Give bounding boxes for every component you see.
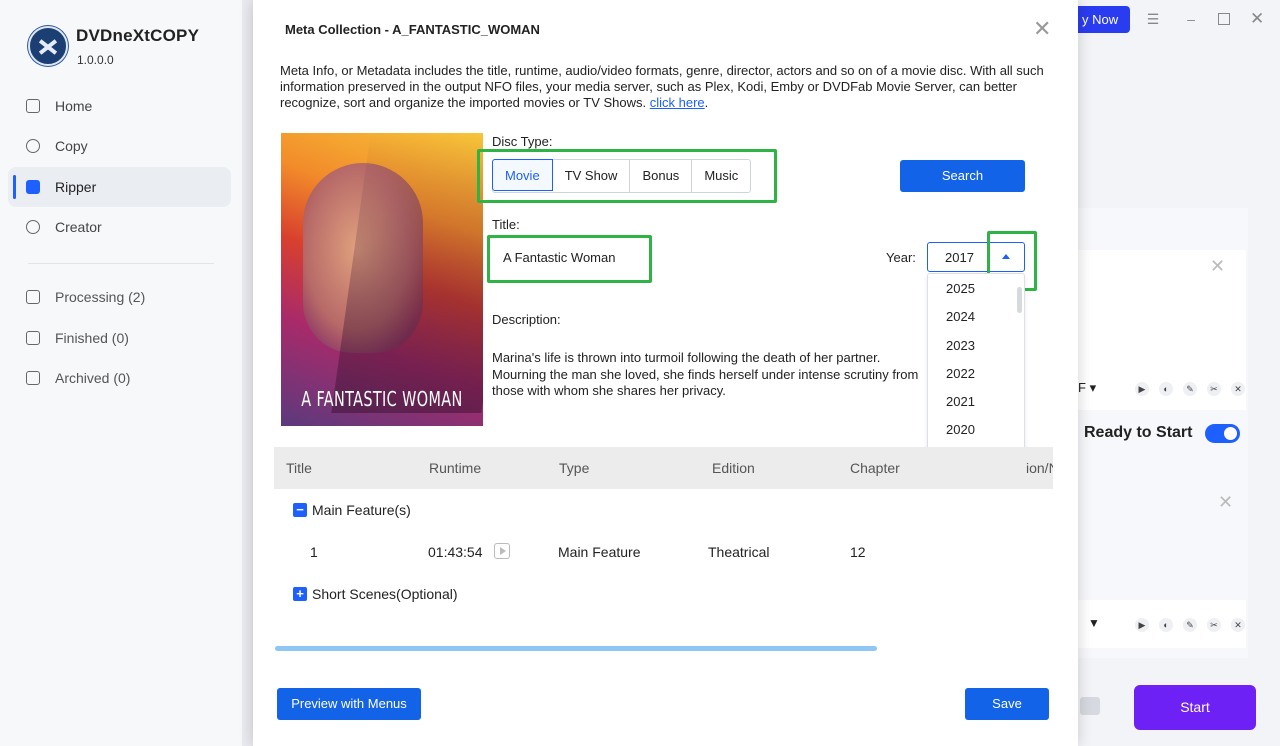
maximize-icon[interactable] xyxy=(1218,13,1230,25)
year-option[interactable]: 2024 xyxy=(928,303,1024,331)
sidebar-item-archived[interactable]: Archived (0) xyxy=(8,358,231,398)
titles-table-header: Title Runtime Type Edition Chapter ion/N xyxy=(274,447,1053,489)
expand-icon[interactable]: + xyxy=(293,587,307,601)
home-icon xyxy=(26,99,40,113)
sidebar-item-home[interactable]: Home xyxy=(8,86,231,126)
sidebar-item-label: Processing (2) xyxy=(55,289,146,305)
year-option[interactable]: 2021 xyxy=(928,388,1024,416)
finished-icon xyxy=(26,331,40,345)
app-name: DVDneXtCOPY xyxy=(76,26,200,45)
row-runtime: 01:43:54 xyxy=(428,544,483,560)
minimize-icon[interactable]: – xyxy=(1184,12,1198,26)
remove-task-icon[interactable]: ✕ xyxy=(1210,256,1225,277)
highlight-disc-type xyxy=(477,149,777,203)
sidebar-item-label: Ripper xyxy=(55,179,97,195)
sidebar-item-label: Creator xyxy=(55,219,102,235)
meta-collection-dialog: Meta Collection - A_FANTASTIC_WOMAN ✕ Me… xyxy=(253,0,1078,746)
column-title: Title xyxy=(286,460,312,476)
delete-icon[interactable]: ✕ xyxy=(1231,618,1245,632)
column-chapter: Chapter xyxy=(850,460,900,476)
profile-fragment[interactable]: F ▾ xyxy=(1078,380,1096,396)
audio-icon[interactable]: ◐ xyxy=(1159,382,1173,396)
dropdown-caret-icon[interactable]: ▼ xyxy=(1088,616,1100,630)
search-button[interactable]: Search xyxy=(900,160,1025,192)
sidebar-divider xyxy=(28,263,214,264)
sidebar-item-creator[interactable]: Creator xyxy=(8,207,231,247)
intro-text: Meta Info, or Metadata includes the titl… xyxy=(280,63,1044,110)
settings-icon[interactable]: ✂ xyxy=(1207,618,1221,632)
sidebar-item-label: Archived (0) xyxy=(55,370,131,386)
title-label: Title: xyxy=(492,217,520,232)
year-option[interactable]: 2022 xyxy=(928,360,1024,388)
sidebar-item-finished[interactable]: Finished (0) xyxy=(8,318,231,358)
year-label: Year: xyxy=(886,250,916,265)
collapse-icon[interactable]: − xyxy=(293,503,307,517)
play-icon[interactable]: ▶ xyxy=(1135,382,1149,396)
folder-icon[interactable] xyxy=(1080,697,1100,715)
remove-task-icon[interactable]: ✕ xyxy=(1218,492,1233,513)
group-short-scenes: Short Scenes(Optional) xyxy=(312,586,458,602)
save-button[interactable]: Save xyxy=(965,688,1049,720)
row-type: Main Feature xyxy=(558,544,641,560)
app-logo-icon xyxy=(28,26,68,66)
year-option[interactable]: 2023 xyxy=(928,332,1024,360)
sidebar-item-label: Finished (0) xyxy=(55,330,129,346)
delete-icon[interactable]: ✕ xyxy=(1231,382,1245,396)
column-partial: ion/N xyxy=(1026,460,1053,476)
table-horizontal-scrollbar[interactable] xyxy=(275,646,877,651)
row-title: 1 xyxy=(310,544,318,560)
group-main-feature: Main Feature(s) xyxy=(312,502,411,518)
ready-toggle[interactable] xyxy=(1205,424,1240,443)
preview-with-menus-button[interactable]: Preview with Menus xyxy=(277,688,421,720)
year-value: 2017 xyxy=(945,250,974,265)
active-indicator xyxy=(13,175,16,199)
processing-icon xyxy=(26,290,40,304)
dialog-title: Meta Collection - A_FANTASTIC_WOMAN xyxy=(285,22,540,37)
description-label: Description: xyxy=(492,312,561,327)
edit-icon[interactable]: ✎ xyxy=(1183,618,1197,632)
sidebar-item-processing[interactable]: Processing (2) xyxy=(8,277,231,317)
year-option[interactable]: 2020 xyxy=(928,416,1024,444)
highlight-title xyxy=(487,235,652,283)
movie-poster: A FANTASTIC WOMAN xyxy=(281,133,483,426)
sidebar-item-label: Copy xyxy=(55,138,88,154)
row-edition: Theatrical xyxy=(708,544,770,560)
audio-icon[interactable]: ◐ xyxy=(1159,618,1173,632)
copy-icon xyxy=(26,139,40,153)
poster-title: A FANTASTIC WOMAN xyxy=(301,387,463,411)
description-text: Marina's life is thrown into turmoil fol… xyxy=(492,350,919,398)
creator-icon xyxy=(26,220,40,234)
year-option[interactable]: 2025 xyxy=(928,275,1024,303)
edit-icon[interactable]: ✎ xyxy=(1183,382,1197,396)
row-chapter: 12 xyxy=(850,544,866,560)
dropdown-scrollbar[interactable] xyxy=(1017,287,1022,313)
settings-icon[interactable]: ✂ xyxy=(1207,382,1221,396)
click-here-link[interactable]: click here xyxy=(650,95,705,110)
app-version: 1.0.0.0 xyxy=(77,53,114,67)
column-edition: Edition xyxy=(712,460,755,476)
menu-icon[interactable]: ☰ xyxy=(1146,12,1160,26)
column-runtime: Runtime xyxy=(429,460,482,476)
sidebar: DVDneXtCOPY 1.0.0.0 Home Copy Ripper Cre… xyxy=(0,0,242,746)
play-preview-icon[interactable] xyxy=(494,543,510,559)
task-card-2 xyxy=(1078,450,1246,600)
column-type: Type xyxy=(559,460,590,476)
sidebar-item-ripper[interactable]: Ripper xyxy=(8,167,231,207)
ready-to-start-label: Ready to Start xyxy=(1084,424,1193,441)
start-button[interactable]: Start xyxy=(1134,685,1256,730)
close-icon[interactable]: ✕ xyxy=(1033,18,1051,40)
disc-type-label: Disc Type: xyxy=(492,134,553,149)
close-window-icon[interactable]: ✕ xyxy=(1250,10,1264,27)
titles-table-body: − Main Feature(s) 1 01:43:54 Main Featur… xyxy=(274,489,1053,653)
sidebar-item-label: Home xyxy=(55,98,93,114)
ripper-icon xyxy=(26,180,40,194)
sidebar-item-copy[interactable]: Copy xyxy=(8,126,231,166)
play-icon[interactable]: ▶ xyxy=(1135,618,1149,632)
archive-icon xyxy=(26,371,40,385)
